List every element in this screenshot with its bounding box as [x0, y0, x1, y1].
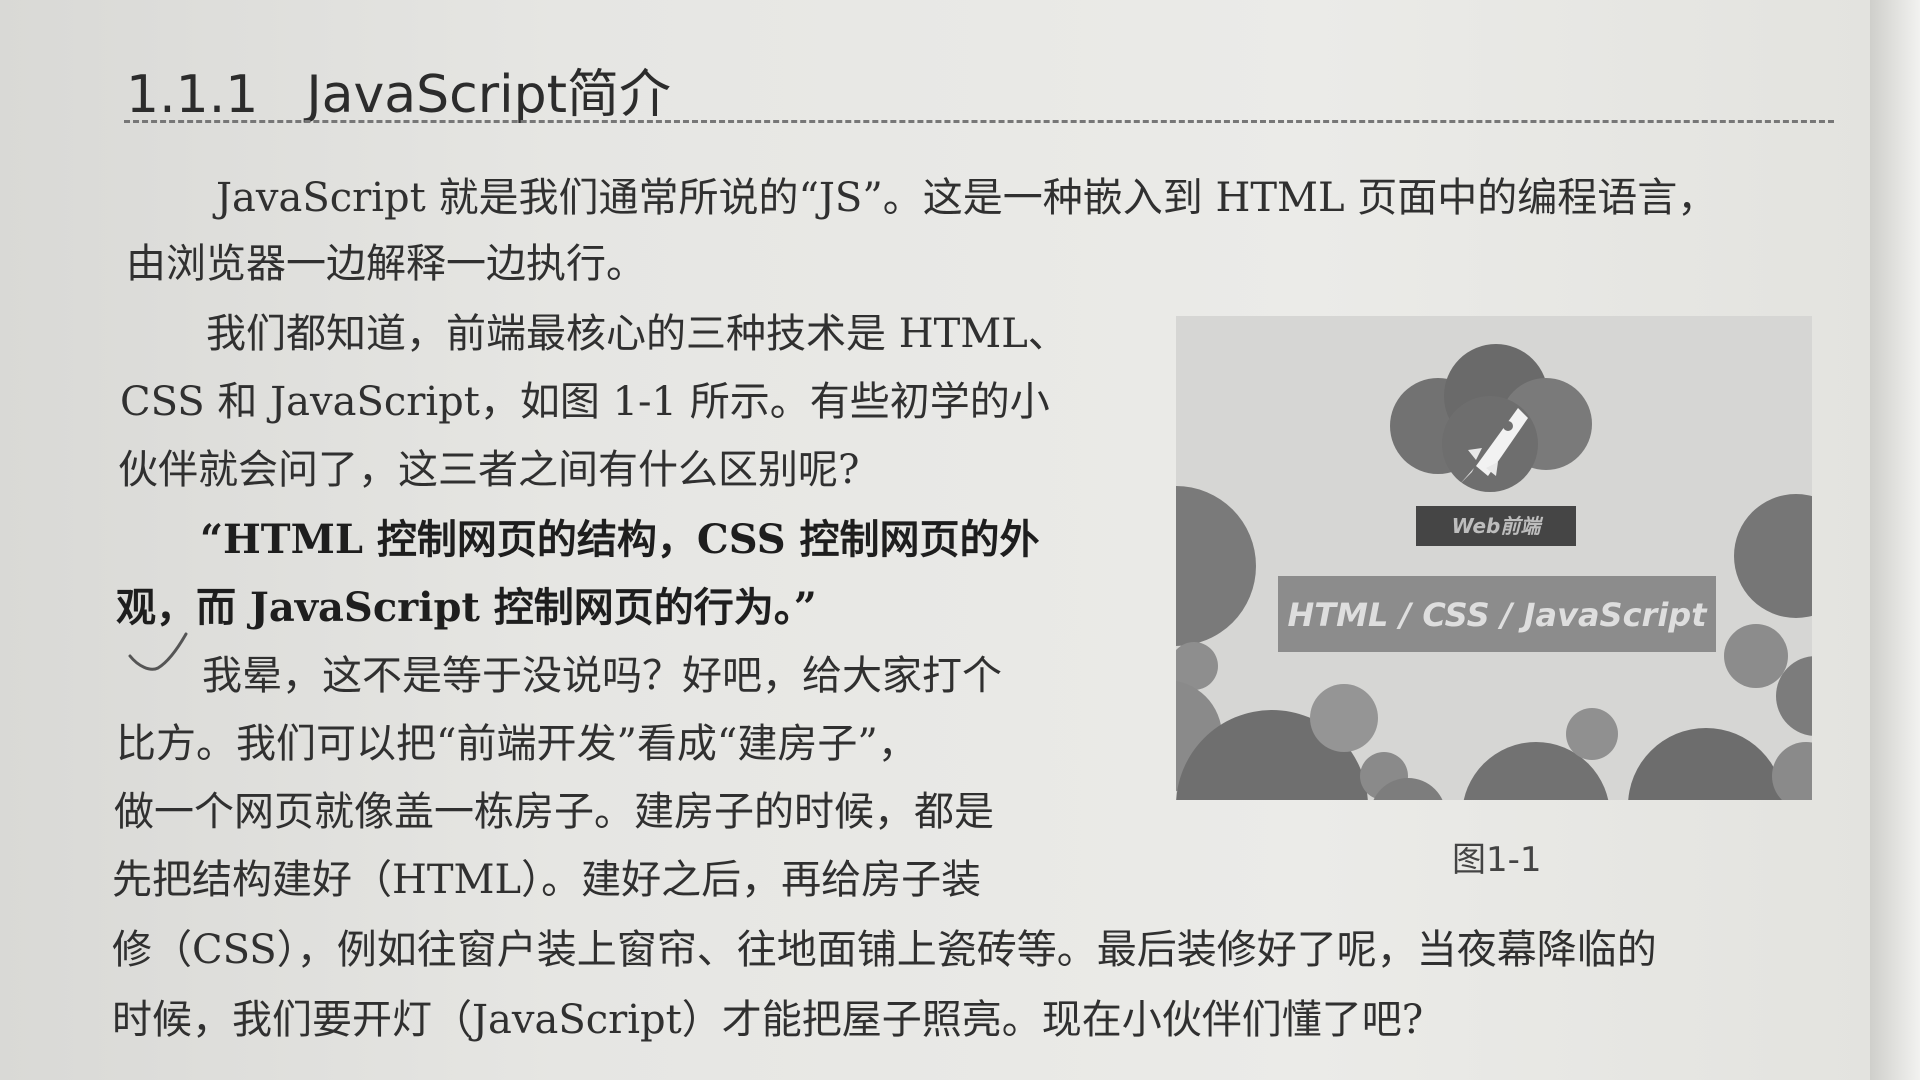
- quote-line: 观，而 JavaScript 控制网页的行为。”: [116, 584, 817, 631]
- paragraph-line: JavaScript 就是我们通常所说的“JS”。这是一种嵌入到 HTML 页面…: [216, 175, 1718, 221]
- section-heading: 1.1.1 JavaScript简介: [126, 52, 671, 127]
- paragraph-line: 我晕，这不是等于没说吗？好吧，给大家打个: [202, 653, 1002, 699]
- heading-divider: [124, 120, 1834, 123]
- paragraph-line: 伙伴就会问了，这三者之间有什么区别呢?: [118, 447, 860, 493]
- paragraph-line: 我们都知道，前端最核心的三种技术是 HTML、: [206, 311, 1068, 357]
- banner-text: HTML / CSS / JavaScript: [1288, 596, 1709, 634]
- paragraph-line: 修（CSS），例如往窗户装上窗帘、往地面铺上瓷砖等。最后装修好了呢，当夜幕降临的: [112, 927, 1657, 973]
- paragraph-line: 比方。我们可以把“前端开发”看成“建房子”，: [116, 721, 918, 767]
- paragraph-line: 做一个网页就像盖一栋房子。建房子的时候，都是: [114, 789, 994, 835]
- quote-line: “HTML 控制网页的结构，CSS 控制网页的外: [200, 516, 1040, 563]
- section-number: 1.1.1: [126, 65, 259, 125]
- section-title: JavaScript简介: [306, 65, 671, 125]
- handwritten-check-mark: [128, 632, 188, 671]
- badge-label: Web前端: [1452, 514, 1544, 538]
- figure-illustration: Web前端 HTML / CSS / JavaScript: [1176, 316, 1812, 800]
- paragraph-line: 先把结构建好（HTML）。建好之后，再给房子装: [112, 857, 982, 903]
- paragraph-line: CSS 和 JavaScript，如图 1-1 所示。有些初学的小: [120, 379, 1050, 425]
- figure-caption: 图1-1: [1452, 840, 1542, 880]
- paragraph-line: 由浏览器一边解释一边执行。: [126, 241, 646, 287]
- figure-graphic: Web前端 HTML / CSS / JavaScript: [1176, 316, 1812, 800]
- paragraph-line: 时候，我们要开灯（JavaScript）才能把屋子照亮。现在小伙伴们懂了吧?: [112, 997, 1424, 1043]
- page-edge: [1870, 0, 1920, 1080]
